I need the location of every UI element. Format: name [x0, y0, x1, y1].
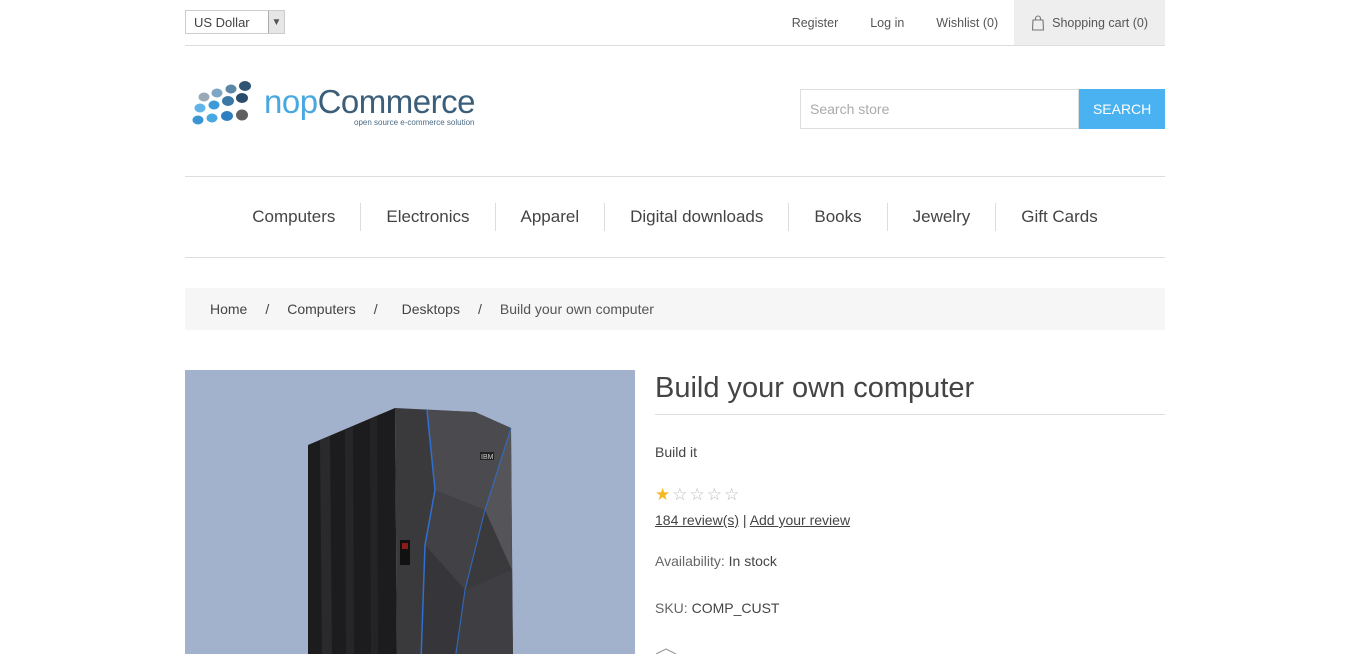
reviews-separator: |	[742, 512, 747, 528]
header-upper: US Dollar ▼ Register Log in Wishlist (0)…	[185, 0, 1165, 46]
register-link[interactable]: Register	[792, 16, 839, 30]
menu-item-books[interactable]: Books	[788, 203, 886, 231]
search-button[interactable]: SEARCH	[1079, 89, 1165, 129]
breadcrumb-separator: /	[373, 301, 378, 317]
star-filled-icon: ★	[655, 485, 671, 504]
breadcrumb-current: Build your own computer	[499, 301, 654, 317]
box-icon	[655, 648, 677, 654]
add-review-link[interactable]: Add your review	[750, 512, 850, 528]
breadcrumb-computers[interactable]: Computers	[287, 301, 355, 317]
cart-label: Shopping cart (0)	[1052, 15, 1148, 30]
logo-wordmark: nopCommerce	[264, 82, 475, 122]
menu-item-digital-downloads[interactable]: Digital downloads	[604, 203, 788, 231]
product-short-description: Build it	[655, 444, 698, 460]
sku-label: SKU:	[655, 600, 688, 616]
availability-label: Availability:	[655, 553, 725, 569]
breadcrumb: Home / Computers / Desktops / Build your…	[185, 288, 1165, 330]
currency-value: US Dollar	[194, 14, 250, 30]
product-title: Build your own computer	[655, 370, 1165, 415]
breadcrumb-separator: /	[265, 301, 270, 317]
server-cabinet-image: IBM	[308, 408, 513, 654]
logo-tagline: open source e-commerce solution	[354, 118, 475, 127]
star-empty-icon: ☆	[689, 485, 705, 504]
product-reviews: 184 review(s) | Add your review	[655, 512, 1165, 528]
logo-part-commerce: Commerce	[317, 83, 476, 120]
breadcrumb-separator: /	[477, 301, 482, 317]
breadcrumb-desktops[interactable]: Desktops	[402, 301, 460, 317]
sku-value: COMP_CUST	[691, 600, 780, 616]
product-rating: ★ ☆ ☆ ☆ ☆	[655, 486, 1165, 503]
product-sku: SKU: COMP_CUST	[655, 600, 1165, 616]
breadcrumb-home[interactable]: Home	[210, 301, 247, 317]
store-logo[interactable]: nopCommerce open source e-commerce solut…	[190, 80, 490, 132]
star-empty-icon: ☆	[724, 485, 740, 504]
logo-dots-icon	[192, 81, 251, 125]
menu-item-gift-cards[interactable]: Gift Cards	[995, 203, 1123, 231]
reviews-link[interactable]: 184 review(s)	[655, 512, 739, 528]
server-brand-label: IBM	[481, 454, 494, 461]
menu-item-jewelry[interactable]: Jewelry	[886, 203, 996, 231]
search-input[interactable]	[800, 89, 1080, 129]
product-overview: Build your own computer Build it ★ ☆ ☆ ☆…	[655, 370, 1165, 654]
star-empty-icon: ☆	[706, 485, 722, 504]
login-link[interactable]: Log in	[870, 16, 904, 30]
currency-selector[interactable]: US Dollar ▼	[185, 10, 285, 34]
wishlist-link[interactable]: Wishlist (0)	[936, 16, 998, 30]
chevron-down-icon[interactable]: ▼	[268, 11, 284, 33]
menu-item-apparel[interactable]: Apparel	[494, 203, 605, 231]
menu-item-computers[interactable]: Computers	[227, 203, 360, 231]
product-availability: Availability: In stock	[655, 553, 1165, 569]
shopping-cart-link[interactable]: Shopping cart (0)	[1014, 0, 1165, 45]
top-menu: Computers Electronics Apparel Digital do…	[185, 176, 1165, 258]
menu-item-electronics[interactable]: Electronics	[360, 203, 494, 231]
product-picture[interactable]: IBM	[185, 370, 635, 654]
star-empty-icon: ☆	[672, 485, 688, 504]
shopping-bag-icon	[1032, 14, 1045, 31]
availability-value: In stock	[728, 553, 777, 569]
search-box: SEARCH	[800, 89, 1165, 129]
header-links: Register Log in Wishlist (0) Shopping ca…	[760, 0, 1165, 45]
logo-part-nop: nop	[264, 83, 318, 120]
